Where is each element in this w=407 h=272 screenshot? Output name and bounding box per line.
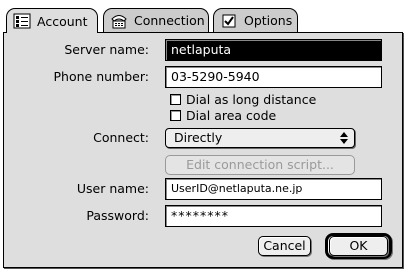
tab-options-label: Options <box>244 13 293 28</box>
user-name-field[interactable]: UserID@netlaputa.ne.jp <box>165 178 382 200</box>
phone-number-label: Phone number: <box>53 69 149 84</box>
options-checkbox-icon <box>220 13 238 29</box>
connection-icon <box>110 13 128 29</box>
edit-connection-script-button[interactable]: Edit connection script... <box>165 155 355 175</box>
tab-account-label: Account <box>37 13 88 29</box>
connect-selected-value: Directly <box>174 130 223 145</box>
cancel-button[interactable]: Cancel <box>258 236 311 256</box>
popup-arrows-icon <box>337 130 351 146</box>
connect-popup-menu[interactable]: Directly <box>165 128 355 148</box>
dial-long-distance-label: Dial as long distance <box>186 92 317 107</box>
dial-long-distance-checkbox[interactable]: Dial as long distance <box>170 92 316 107</box>
checkbox-box <box>170 110 181 121</box>
tab-connection[interactable]: Connection <box>103 8 209 32</box>
connect-label: Connect: <box>93 130 149 145</box>
checkbox-box <box>170 94 181 105</box>
server-name-field[interactable]: netlaputa <box>165 39 382 61</box>
tab-connection-label: Connection <box>134 13 205 28</box>
tab-account[interactable]: Account <box>6 8 98 33</box>
dial-area-code-checkbox[interactable]: Dial area code <box>170 108 276 123</box>
password-field[interactable]: ******** <box>165 205 382 227</box>
dialog-top-edge <box>0 0 407 6</box>
account-panel: Server name: netlaputa Phone number: 03-… <box>3 32 403 268</box>
phone-number-field[interactable]: 03-5290-5940 <box>165 66 382 88</box>
password-label: Password: <box>86 208 149 223</box>
account-icon <box>13 13 31 29</box>
ok-button[interactable]: OK <box>329 236 388 256</box>
dial-area-code-label: Dial area code <box>186 108 277 123</box>
dialog-window: Account Connection Options Server name: … <box>0 0 407 272</box>
server-name-label: Server name: <box>64 42 149 57</box>
tab-options[interactable]: Options <box>213 8 298 32</box>
user-name-label: User name: <box>76 181 149 196</box>
